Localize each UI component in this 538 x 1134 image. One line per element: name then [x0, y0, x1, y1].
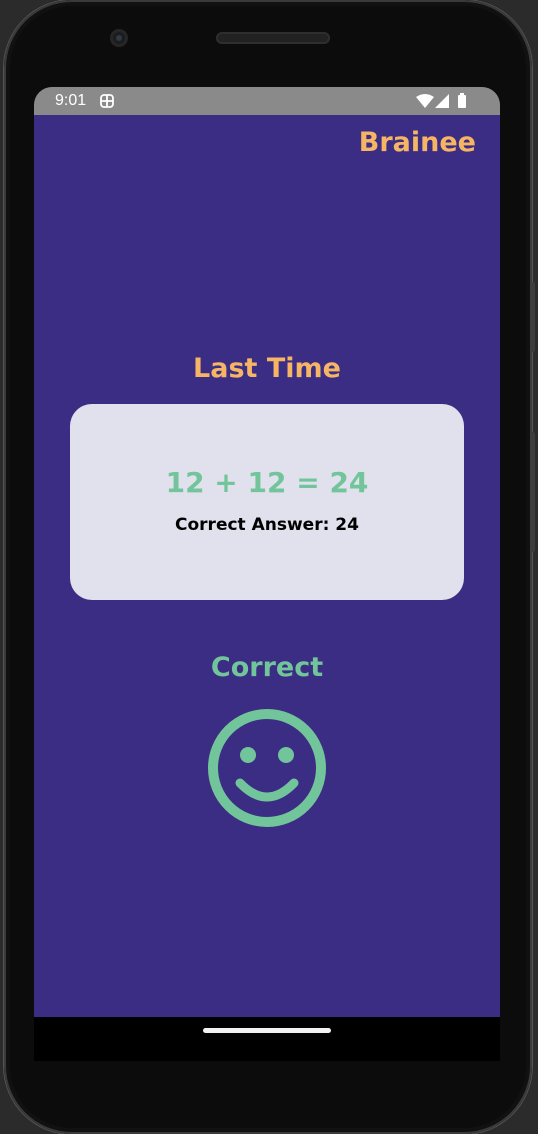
earpiece-speaker	[216, 32, 330, 44]
navigation-bar	[34, 1017, 500, 1061]
battery-icon	[458, 93, 466, 108]
volume-button	[530, 432, 535, 552]
section-title: Last Time	[193, 353, 341, 384]
equation-text: 12 + 12 = 24	[165, 466, 369, 499]
last-question-card: 12 + 12 = 24 Correct Answer: 24	[70, 404, 464, 600]
home-gesture-handle[interactable]	[203, 1028, 331, 1033]
app-screen: 9:01 Brainee Last Time 12 + 12 = 24 Corr…	[34, 87, 500, 1017]
front-camera	[110, 29, 128, 47]
correct-answer-text: Correct Answer: 24	[175, 515, 359, 535]
status-time: 9:01	[55, 92, 87, 109]
app-brand-title: Brainee	[358, 127, 476, 158]
smiley-face-icon	[208, 709, 326, 827]
status-bar: 9:01	[34, 87, 500, 115]
grid-notification-icon	[100, 94, 114, 108]
wifi-icon	[416, 94, 434, 108]
cell-signal-icon	[435, 94, 449, 108]
result-label: Correct	[210, 652, 324, 683]
power-button	[530, 282, 535, 352]
